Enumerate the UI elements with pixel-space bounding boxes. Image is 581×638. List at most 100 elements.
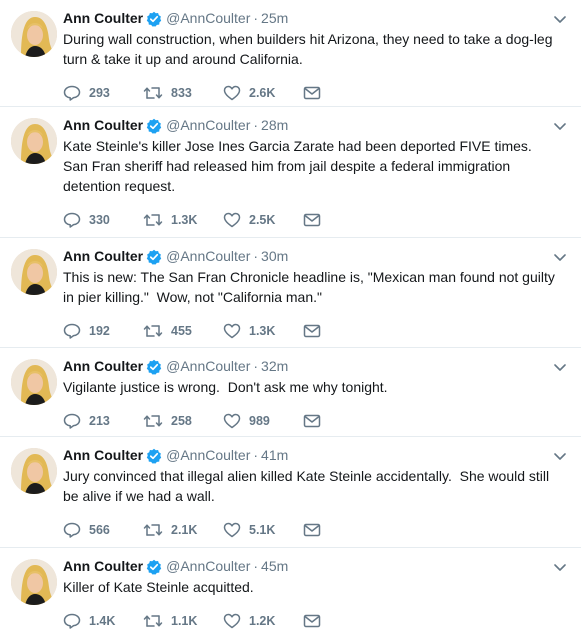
author-name[interactable]: Ann Coulter [63,357,143,376]
direct-message-button[interactable] [303,523,323,537]
reply-button[interactable]: 330 [63,212,143,228]
tweet-header: Ann Coulter @AnnCoulter · 25m [63,8,567,28]
reply-button[interactable]: 1.4K [63,613,143,629]
direct-message-button[interactable] [303,213,323,227]
reply-count: 293 [89,86,110,100]
tweet-text: Kate Steinle's killer Jose Ines Garcia Z… [63,138,536,194]
reply-count: 330 [89,213,110,227]
tweet[interactable]: Ann Coulter @AnnCoulter · 32m Vigilante … [0,348,581,437]
tweet-timestamp[interactable]: 25m [261,9,288,28]
tweet-options-caret[interactable] [552,449,568,465]
like-count: 989 [249,414,270,428]
tweet-options-caret[interactable] [552,360,568,376]
heart-icon [223,85,241,101]
author-name[interactable]: Ann Coulter [63,116,143,135]
reply-count: 192 [89,324,110,338]
like-button[interactable]: 2.6K [223,85,303,101]
separator-dot: · [253,117,259,133]
tweet-options-caret[interactable] [552,560,568,576]
reply-icon [63,522,81,538]
retweet-button[interactable]: 1.3K [143,212,223,228]
author-handle[interactable]: @AnnCoulter [166,116,250,135]
like-count: 1.2K [249,614,276,628]
tweet-timestamp[interactable]: 28m [261,116,288,135]
separator-dot: · [253,447,259,463]
author-name[interactable]: Ann Coulter [63,557,143,576]
avatar[interactable] [11,118,57,164]
reply-button[interactable]: 566 [63,522,143,538]
retweet-icon [143,415,163,427]
tweet-options-caret[interactable] [552,250,568,266]
reply-button[interactable]: 293 [63,85,143,101]
reply-count: 213 [89,414,110,428]
avatar[interactable] [11,249,57,295]
author-name[interactable]: Ann Coulter [63,9,143,28]
reply-button[interactable]: 213 [63,413,143,429]
tweet-options-caret[interactable] [552,119,568,135]
author-handle[interactable]: @AnnCoulter [166,446,250,465]
tweet-text: During wall construction, when builders … [63,31,557,67]
separator-dot: · [253,558,259,574]
tweet-header: Ann Coulter @AnnCoulter · 30m [63,246,567,266]
like-button[interactable]: 1.3K [223,323,303,339]
envelope-icon [303,414,321,428]
retweet-button[interactable]: 258 [143,413,223,429]
tweet-header: Ann Coulter @AnnCoulter · 41m [63,445,567,465]
reply-button[interactable]: 192 [63,323,143,339]
heart-icon [223,613,241,629]
author-handle[interactable]: @AnnCoulter [166,247,250,266]
author-name[interactable]: Ann Coulter [63,446,143,465]
direct-message-button[interactable] [303,614,323,628]
retweet-count: 1.1K [171,614,198,628]
separator-dot: · [253,10,259,26]
retweet-count: 2.1K [171,523,198,537]
envelope-icon [303,523,321,537]
tweet-text: Killer of Kate Steinle acquitted. [63,579,254,595]
author-name[interactable]: Ann Coulter [63,247,143,266]
retweet-button[interactable]: 455 [143,323,223,339]
heart-icon [223,522,241,538]
retweet-button[interactable]: 2.1K [143,522,223,538]
avatar[interactable] [11,559,57,605]
avatar[interactable] [11,359,57,405]
tweet-timestamp[interactable]: 45m [261,557,288,576]
retweet-icon [143,325,163,337]
avatar[interactable] [11,448,57,494]
tweet-options-caret[interactable] [552,12,568,28]
tweet-timestamp[interactable]: 30m [261,247,288,266]
retweet-icon [143,87,163,99]
verified-badge-icon [146,118,162,134]
tweet[interactable]: Ann Coulter @AnnCoulter · 41m Jury convi… [0,437,581,548]
chevron-down-icon [554,123,566,130]
tweet-timestamp[interactable]: 41m [261,446,288,465]
author-handle[interactable]: @AnnCoulter [166,357,250,376]
tweet-actions: 192 455 1.3K [63,318,567,344]
like-count: 1.3K [249,324,276,338]
retweet-button[interactable]: 1.1K [143,613,223,629]
direct-message-button[interactable] [303,86,323,100]
tweet[interactable]: Ann Coulter @AnnCoulter · 45m Killer of … [0,548,581,638]
chevron-down-icon [554,254,566,261]
like-count: 2.6K [249,86,276,100]
like-button[interactable]: 989 [223,413,303,429]
envelope-icon [303,614,321,628]
chevron-down-icon [554,564,566,571]
reply-icon [63,613,81,629]
direct-message-button[interactable] [303,414,323,428]
avatar[interactable] [11,11,57,57]
tweet[interactable]: Ann Coulter @AnnCoulter · 25m During wal… [0,0,581,107]
retweet-count: 833 [171,86,192,100]
tweet-actions: 330 1.3K 2.5K [63,207,567,233]
tweet[interactable]: Ann Coulter @AnnCoulter · 28m Kate Stein… [0,107,581,238]
like-button[interactable]: 1.2K [223,613,303,629]
retweet-button[interactable]: 833 [143,85,223,101]
like-button[interactable]: 5.1K [223,522,303,538]
author-handle[interactable]: @AnnCoulter [166,9,250,28]
tweet[interactable]: Ann Coulter @AnnCoulter · 30m This is ne… [0,238,581,348]
like-count: 5.1K [249,523,276,537]
like-button[interactable]: 2.5K [223,212,303,228]
tweet-text: Jury convinced that illegal alien killed… [63,468,554,504]
direct-message-button[interactable] [303,324,323,338]
tweet-timestamp[interactable]: 32m [261,357,288,376]
author-handle[interactable]: @AnnCoulter [166,557,250,576]
